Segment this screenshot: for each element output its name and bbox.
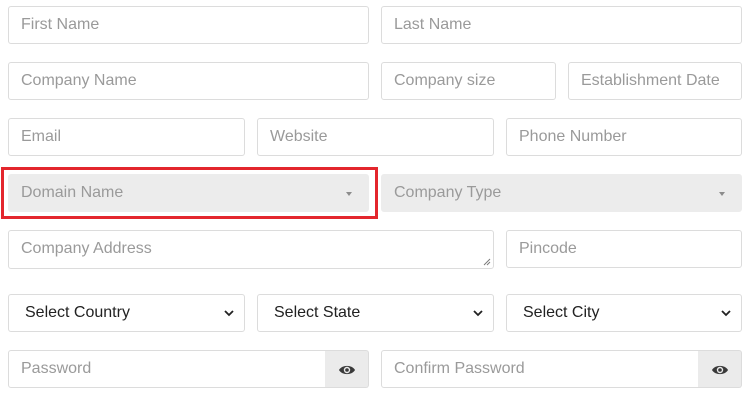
confirm-password-visibility-toggle[interactable]	[698, 350, 742, 388]
last-name-placeholder: Last Name	[394, 16, 472, 33]
company-address-placeholder: Company Address	[21, 240, 152, 257]
chevron-down-icon	[473, 310, 483, 317]
country-select[interactable]: Select Country	[8, 294, 245, 332]
phone-number-placeholder: Phone Number	[519, 128, 627, 145]
website-input[interactable]: Website	[257, 118, 494, 156]
highlight-box	[1, 167, 378, 219]
password-input[interactable]: Password	[8, 350, 326, 388]
company-size-input[interactable]: Company size	[381, 62, 556, 100]
chevron-down-icon	[224, 310, 234, 317]
company-name-input[interactable]: Company Name	[8, 62, 369, 100]
resize-handle-icon[interactable]	[483, 258, 491, 266]
email-input[interactable]: Email	[8, 118, 245, 156]
company-size-placeholder: Company size	[394, 72, 496, 89]
company-name-placeholder: Company Name	[21, 72, 137, 89]
establishment-date-input[interactable]: Establishment Date	[568, 62, 742, 100]
first-name-input[interactable]: First Name	[8, 6, 369, 44]
city-select[interactable]: Select City	[506, 294, 742, 332]
company-type-dropdown[interactable]: Company Type	[381, 174, 742, 212]
phone-number-input[interactable]: Phone Number	[506, 118, 742, 156]
establishment-date-placeholder: Establishment Date	[581, 72, 720, 89]
city-select-value: Select City	[523, 304, 600, 321]
email-placeholder: Email	[21, 128, 62, 145]
eye-icon	[339, 365, 355, 375]
confirm-password-input[interactable]: Confirm Password	[381, 350, 699, 388]
website-placeholder: Website	[270, 128, 328, 145]
password-placeholder: Password	[21, 360, 92, 377]
pincode-placeholder: Pincode	[519, 240, 577, 257]
caret-down-icon	[719, 192, 725, 196]
state-select-value: Select State	[274, 304, 361, 321]
first-name-placeholder: First Name	[21, 16, 100, 33]
state-select[interactable]: Select State	[257, 294, 494, 332]
country-select-value: Select Country	[25, 304, 130, 321]
eye-icon	[712, 365, 728, 375]
company-type-placeholder: Company Type	[394, 184, 502, 201]
company-address-textarea[interactable]: Company Address	[8, 230, 494, 269]
chevron-down-icon	[721, 310, 731, 317]
last-name-input[interactable]: Last Name	[381, 6, 742, 44]
password-visibility-toggle[interactable]	[325, 350, 369, 388]
pincode-input[interactable]: Pincode	[506, 230, 742, 268]
confirm-password-placeholder: Confirm Password	[394, 360, 525, 377]
